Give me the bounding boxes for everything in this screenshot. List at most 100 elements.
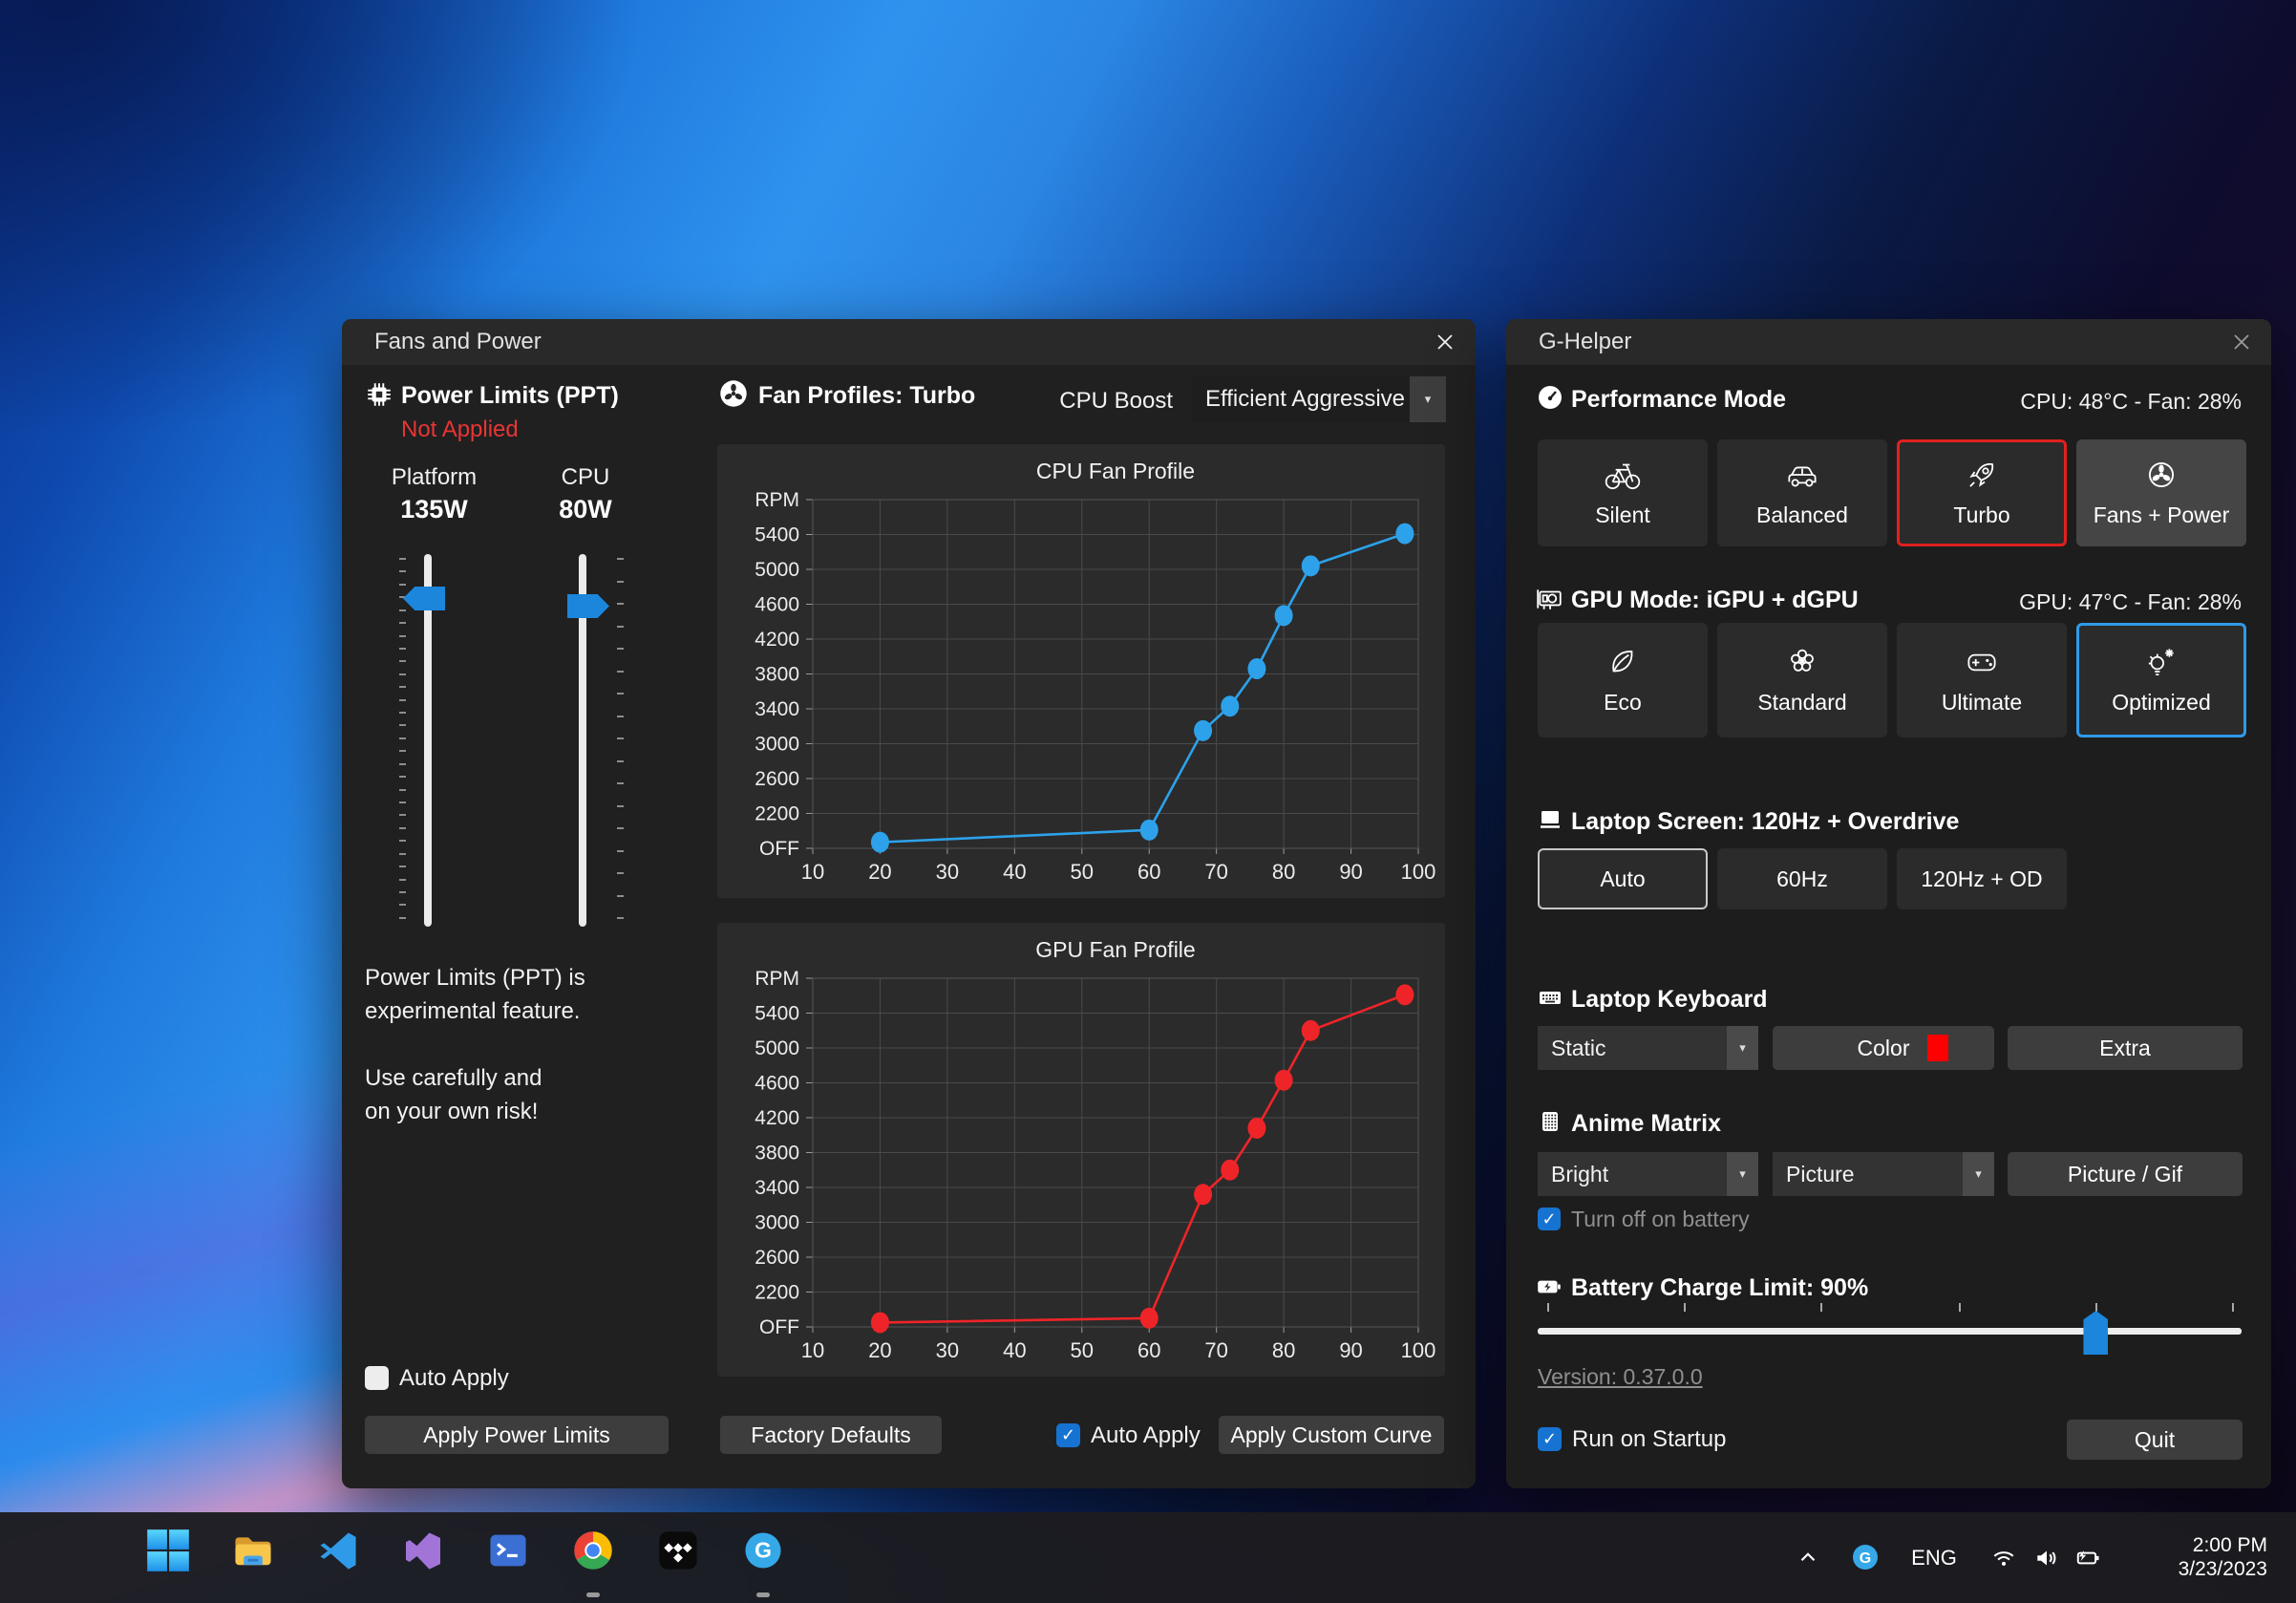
optimize-icon [2141, 642, 2181, 682]
tray-date: 3/23/2023 [2149, 1557, 2267, 1581]
mode-button-silent[interactable]: Silent [1538, 439, 1708, 546]
power-limits-status: Not Applied [401, 417, 519, 443]
close-icon[interactable] [2230, 331, 2253, 353]
anime-mode-value: Picture [1786, 1152, 1855, 1196]
gpu-button-ultimate[interactable]: Ultimate [1897, 623, 2067, 737]
chevron-down-icon[interactable]: ▾ [1410, 376, 1446, 422]
gpu-button-standard[interactable]: Standard [1717, 623, 1887, 737]
cpu-boost-value: Efficient Aggressive [1205, 376, 1405, 422]
ghelper-title: G-Helper [1539, 319, 1631, 365]
anime-picture-gif-button[interactable]: Picture / Gif [2008, 1152, 2243, 1196]
chevron-up-icon[interactable] [1796, 1545, 1820, 1570]
apply-power-limits-button[interactable]: Apply Power Limits [365, 1416, 669, 1454]
chevron-down-icon[interactable]: ▾ [1727, 1026, 1758, 1070]
anime-matrix-icon [1537, 1108, 1563, 1135]
anime-mode-select[interactable]: Picture ▾ [1773, 1152, 1994, 1196]
power-limits-heading: Power Limits (PPT) [401, 382, 619, 410]
keyboard-color-button[interactable]: Color [1773, 1026, 1994, 1070]
fan-icon [2141, 455, 2181, 495]
gpu-temp-status: GPU: 47°C - Fan: 28% [1907, 589, 2242, 615]
tidal-icon[interactable] [655, 1528, 701, 1573]
quit-button[interactable]: Quit [2067, 1420, 2243, 1460]
battery-slider-track[interactable] [1538, 1328, 2242, 1335]
screen-button-auto[interactable]: Auto [1538, 848, 1708, 909]
apply-custom-curve-button[interactable]: Apply Custom Curve [1219, 1416, 1444, 1454]
battery-limit-slider[interactable] [1538, 1303, 2242, 1360]
chevron-down-icon[interactable]: ▾ [1963, 1152, 1994, 1196]
keyboard-mode-select[interactable]: Static ▾ [1538, 1026, 1758, 1070]
ghelper-titlebar[interactable]: G-Helper [1506, 319, 2271, 365]
screen-button-60hz[interactable]: 60Hz [1717, 848, 1887, 909]
auto-apply-power-checkbox[interactable] [365, 1366, 389, 1390]
platform-slider-handle[interactable] [403, 587, 445, 610]
svg-text:4200: 4200 [755, 629, 799, 651]
platform-slider-ticks [399, 558, 407, 919]
mode-button-fans-power[interactable]: Fans + Power [2076, 439, 2246, 546]
tray-time: 2:00 PM [2149, 1533, 2267, 1557]
gpu-button-optimized[interactable]: Optimized [2076, 623, 2246, 737]
mode-button-turbo[interactable]: Turbo [1897, 439, 2067, 546]
rocket-icon [1962, 455, 2002, 495]
platform-label: Platform [365, 464, 503, 491]
volume-icon[interactable] [2033, 1545, 2060, 1571]
svg-text:20: 20 [868, 860, 891, 884]
cpu-label: CPU [519, 464, 652, 491]
visual-studio-icon[interactable] [400, 1528, 446, 1573]
anime-brightness-value: Bright [1551, 1152, 1608, 1196]
chrome-icon[interactable] [570, 1528, 616, 1573]
gpu-card-icon [1535, 585, 1563, 613]
svg-text:80: 80 [1272, 1338, 1295, 1362]
close-icon[interactable] [1434, 331, 1456, 353]
performance-gauge-icon [1537, 384, 1563, 411]
ghelper-tray-icon[interactable]: G [1851, 1543, 1880, 1571]
run-on-startup-label: Run on Startup [1572, 1427, 1726, 1451]
gpu-button-eco[interactable]: Eco [1538, 623, 1708, 737]
fans-window-titlebar[interactable]: Fans and Power [342, 319, 1476, 365]
gamepad-icon [1962, 642, 2002, 682]
performance-heading: Performance Mode [1571, 386, 1786, 414]
start-icon[interactable] [145, 1528, 191, 1573]
ghelper-taskbar-icon[interactable]: G [740, 1528, 786, 1573]
battery-heading: Battery Charge Limit: 90% [1571, 1274, 1868, 1302]
run-on-startup-checkbox[interactable]: ✓ [1538, 1427, 1562, 1451]
svg-text:70: 70 [1204, 860, 1227, 884]
flower-icon [1781, 640, 1823, 682]
cpu-slider-handle[interactable] [567, 594, 609, 618]
anime-brightness-select[interactable]: Bright ▾ [1538, 1152, 1758, 1196]
desktop: Fans and Power Power Limits (PPT) Not Ap… [0, 0, 2296, 1603]
keyboard-extra-button[interactable]: Extra [2008, 1026, 2243, 1070]
svg-text:70: 70 [1204, 1338, 1227, 1362]
chrome-running-indicator [586, 1592, 600, 1597]
keyboard-icon [1537, 984, 1563, 1011]
cpu-boost-select[interactable]: Efficient Aggressive ▾ [1192, 376, 1446, 422]
auto-apply-curve-label: Auto Apply [1091, 1423, 1201, 1447]
svg-text:2600: 2600 [755, 768, 799, 790]
language-indicator[interactable]: ENG [1907, 1512, 1961, 1603]
clock[interactable]: 2:00 PM 3/23/2023 [2149, 1533, 2267, 1581]
wifi-icon[interactable] [1990, 1545, 2017, 1571]
cpu-fan-chart[interactable]: CPU Fan ProfileRPM5400500046004200380034… [717, 444, 1445, 898]
chevron-down-icon[interactable]: ▾ [1727, 1152, 1758, 1196]
svg-text:80: 80 [1272, 860, 1295, 884]
gpu-mode-heading: GPU Mode: iGPU + dGPU [1571, 587, 1859, 614]
svg-text:10: 10 [801, 1338, 824, 1362]
svg-text:CPU Fan Profile: CPU Fan Profile [1036, 459, 1195, 483]
factory-defaults-button[interactable]: Factory Defaults [720, 1416, 942, 1454]
file-explorer-icon[interactable] [230, 1528, 276, 1573]
version-link[interactable]: Version: 0.37.0.0 [1538, 1364, 1703, 1390]
cpu-value: 80W [519, 495, 652, 524]
battery-tray-icon[interactable] [2073, 1545, 2102, 1571]
svg-text:GPU Fan Profile: GPU Fan Profile [1035, 937, 1195, 962]
svg-text:OFF: OFF [759, 838, 799, 860]
anime-battery-checkbox[interactable]: ✓ [1538, 1208, 1561, 1230]
mode-button-balanced[interactable]: Balanced [1717, 439, 1887, 546]
vscode-icon[interactable] [315, 1528, 361, 1573]
power-limits-warning: Power Limits (PPT) is experimental featu… [365, 961, 585, 1128]
gpu-fan-chart[interactable]: GPU Fan ProfileRPM5400500046004200380034… [717, 923, 1445, 1377]
terminal-icon[interactable] [485, 1528, 531, 1573]
screen-button-120hz-od[interactable]: 120Hz + OD [1897, 848, 2067, 909]
fans-window-title: Fans and Power [374, 319, 542, 365]
auto-apply-curve-checkbox[interactable]: ✓ [1056, 1423, 1080, 1447]
battery-slider-handle[interactable] [2083, 1311, 2108, 1355]
color-swatch[interactable] [1927, 1035, 1948, 1061]
